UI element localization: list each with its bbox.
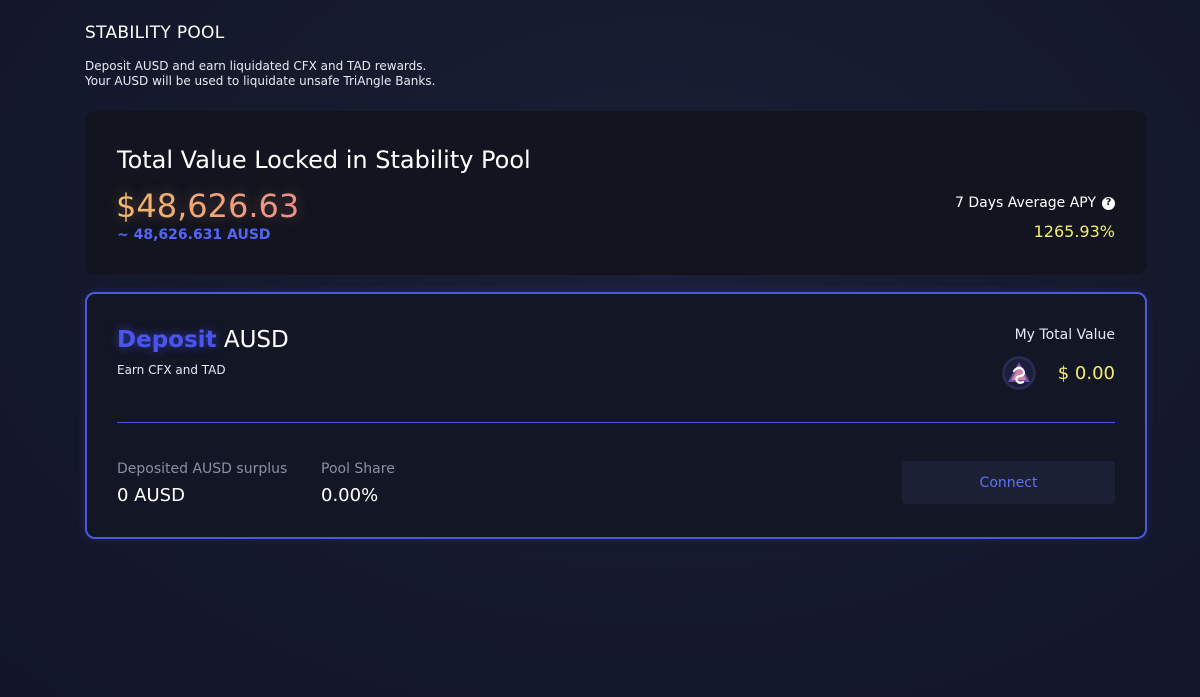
- deposited-surplus-label: Deposited AUSD surplus: [117, 461, 288, 477]
- triangle-logo-icon: [1001, 356, 1036, 390]
- divider: [117, 422, 1115, 423]
- my-total-value: $ 0.00: [1057, 362, 1115, 384]
- connect-button[interactable]: Connect: [902, 461, 1115, 504]
- apy-label-row: 7 Days Average APY ?: [955, 195, 1115, 211]
- deposit-card: Deposit AUSD Earn CFX and TAD My Total V…: [85, 292, 1147, 539]
- my-total-value-label: My Total Value: [1014, 327, 1115, 343]
- tvl-ausd-value: ~ 48,626.631 AUSD: [117, 227, 271, 243]
- my-total-value-row: $ 0.00: [1001, 356, 1115, 390]
- tvl-card: Total Value Locked in Stability Pool $48…: [85, 111, 1147, 275]
- pool-share-stat: Pool Share 0.00%: [321, 461, 395, 506]
- apy-label: 7 Days Average APY: [955, 195, 1096, 211]
- deposited-surplus-stat: Deposited AUSD surplus 0 AUSD: [117, 461, 287, 506]
- pool-share-label: Pool Share: [321, 461, 395, 477]
- page-title: STABILITY POOL: [85, 23, 225, 43]
- deposited-surplus-value: 0 AUSD: [117, 485, 185, 506]
- help-icon[interactable]: ?: [1102, 196, 1115, 210]
- deposit-title: Deposit AUSD: [117, 327, 289, 353]
- deposit-title-highlight: Deposit: [117, 327, 217, 353]
- page-description: Deposit AUSD and earn liquidated CFX and…: [85, 59, 435, 89]
- deposit-subtitle: Earn CFX and TAD: [117, 363, 226, 377]
- deposit-title-token: AUSD: [223, 327, 289, 353]
- page-description-line-2: Your AUSD will be used to liquidate unsa…: [85, 74, 436, 88]
- apy-value: 1265.93%: [1033, 222, 1115, 241]
- page-description-line-1: Deposit AUSD and earn liquidated CFX and…: [85, 59, 427, 73]
- pool-share-value: 0.00%: [321, 485, 379, 506]
- tvl-title: Total Value Locked in Stability Pool: [117, 146, 531, 174]
- tvl-usd-value: $48,626.63: [116, 187, 300, 225]
